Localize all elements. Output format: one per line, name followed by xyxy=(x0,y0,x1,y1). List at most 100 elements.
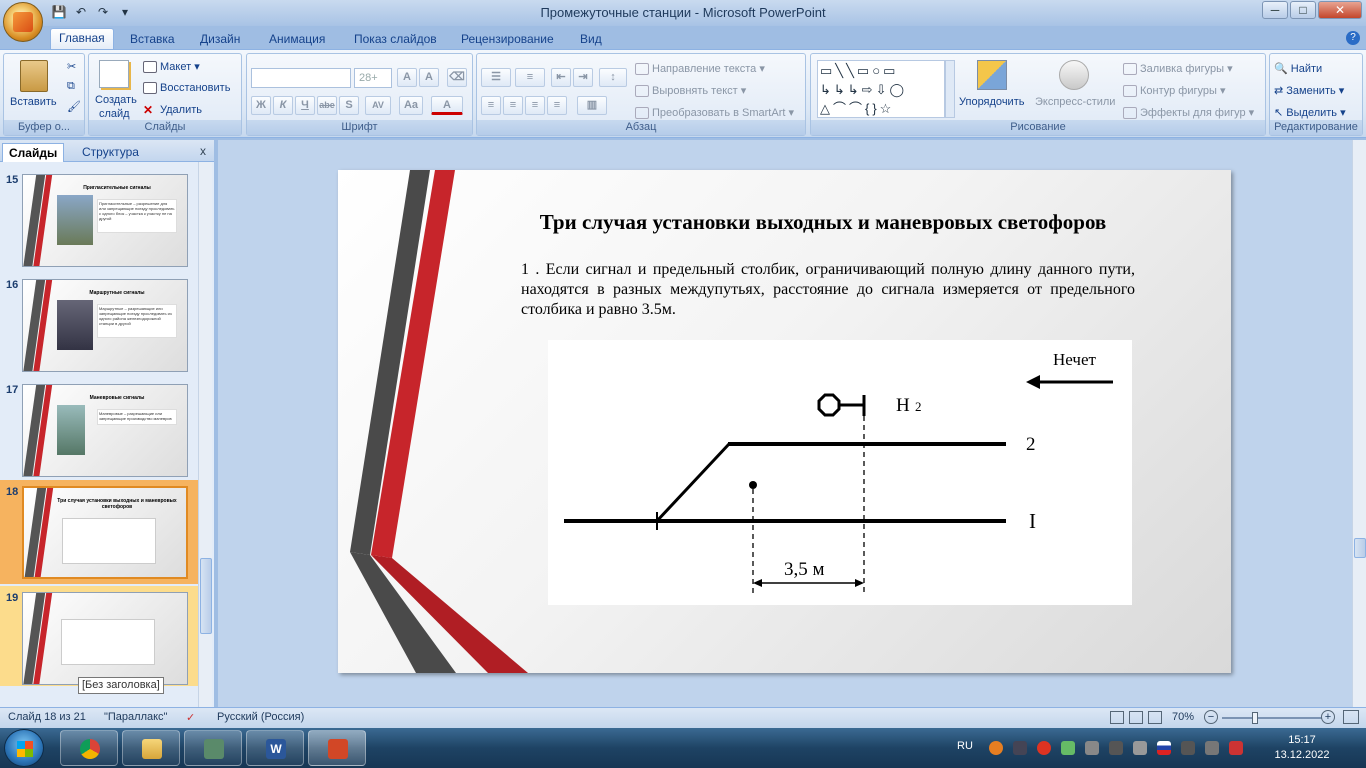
align-left-icon[interactable]: ≡ xyxy=(481,96,501,115)
language[interactable]: Русский (Россия) xyxy=(217,711,304,723)
taskbar-explorer[interactable] xyxy=(122,730,180,766)
format-painter-icon[interactable]: 🖌 xyxy=(67,100,81,113)
sorter-view-icon[interactable] xyxy=(1129,711,1143,724)
tab-home[interactable]: Главная xyxy=(50,28,114,50)
select-button[interactable]: ↖ Выделить ▾ xyxy=(1274,106,1346,119)
zoom-slider-thumb[interactable] xyxy=(1252,712,1259,724)
align-text-button[interactable]: Выровнять текст ▾ xyxy=(635,84,746,98)
increase-indent-icon[interactable]: ⇥ xyxy=(573,68,593,87)
tab-animation[interactable]: Анимация xyxy=(261,30,333,50)
paste-icon[interactable] xyxy=(20,60,48,92)
network-icon[interactable] xyxy=(1181,741,1195,755)
quick-styles-button[interactable]: Экспресс-стили xyxy=(1035,96,1115,108)
shapes-scroll[interactable] xyxy=(945,60,955,118)
slide-thumbnail[interactable]: 17 Маневровые сигналы Маневровые – разре… xyxy=(0,378,198,482)
help-icon[interactable]: ? xyxy=(1346,31,1360,45)
layout-button[interactable]: Макет ▾ xyxy=(143,60,200,74)
volume-icon[interactable] xyxy=(1205,741,1219,755)
tray-icon[interactable] xyxy=(1109,741,1123,755)
decrease-indent-icon[interactable]: ⇤ xyxy=(551,68,571,87)
flag-icon[interactable] xyxy=(1157,741,1171,755)
smartart-button[interactable]: Преобразовать в SmartArt ▾ xyxy=(635,106,794,120)
underline-button[interactable]: Ч xyxy=(295,96,315,115)
minimize-button[interactable]: ─ xyxy=(1262,1,1288,19)
taskbar-powerpoint[interactable] xyxy=(308,730,366,766)
justify-icon[interactable]: ≡ xyxy=(547,96,567,115)
tray-icon[interactable] xyxy=(989,741,1003,755)
shape-effects-button[interactable]: Эффекты для фигур ▾ xyxy=(1123,106,1254,120)
spacing-button[interactable]: AV xyxy=(365,96,391,115)
tab-insert[interactable]: Вставка xyxy=(122,30,183,50)
new-slide-button[interactable]: Создать xyxy=(95,94,137,106)
tab-review[interactable]: Рецензирование xyxy=(453,30,562,50)
cut-icon[interactable]: ✂ xyxy=(67,60,76,73)
panel-scrollbar[interactable] xyxy=(198,162,212,707)
new-slide-icon[interactable] xyxy=(99,60,129,88)
italic-button[interactable]: К xyxy=(273,96,293,115)
tab-view[interactable]: Вид xyxy=(572,30,610,50)
zoom-level[interactable]: 70% xyxy=(1172,711,1194,723)
replace-button[interactable]: ⇄ Заменить ▾ xyxy=(1274,84,1344,97)
strike-button[interactable]: abe xyxy=(317,96,337,115)
font-color-button[interactable]: A xyxy=(431,96,463,115)
shape-outline-button[interactable]: Контур фигуры ▾ xyxy=(1123,84,1226,98)
shapes-gallery[interactable]: ▭╲╲▭○▭ ↳↳↳⇨⇩◯ △⌒⌒{}☆ xyxy=(817,60,945,118)
font-name-combo[interactable] xyxy=(251,68,351,88)
slide-canvas[interactable]: Три случая установки выходных и маневров… xyxy=(338,170,1231,673)
input-language[interactable]: RU xyxy=(957,740,973,752)
case-button[interactable]: Aa xyxy=(399,96,423,115)
slide-thumbnail-selected[interactable]: 18 Три случая установки выходных и манев… xyxy=(0,480,198,584)
arrange-icon[interactable] xyxy=(977,60,1007,90)
taskbar-phone[interactable] xyxy=(184,730,242,766)
paste-button[interactable]: Вставить xyxy=(10,96,57,108)
zoom-in-icon[interactable]: + xyxy=(1321,710,1335,724)
zoom-out-icon[interactable]: − xyxy=(1204,710,1218,724)
numbering-icon[interactable]: ≡ xyxy=(515,68,545,87)
line-spacing-icon[interactable]: ↕ xyxy=(599,68,627,87)
text-direction-button[interactable]: Направление текста ▾ xyxy=(635,62,765,76)
shadow-button[interactable]: S xyxy=(339,96,359,115)
tray-icon[interactable] xyxy=(1133,741,1147,755)
taskbar-chrome[interactable] xyxy=(60,730,118,766)
clear-format-icon[interactable]: ⌫ xyxy=(447,68,467,87)
shape-fill-button[interactable]: Заливка фигуры ▾ xyxy=(1123,62,1233,76)
close-button[interactable]: ✕ xyxy=(1318,1,1362,19)
taskbar-word[interactable]: W xyxy=(246,730,304,766)
tab-slides[interactable]: Слайды xyxy=(2,143,65,162)
shrink-font-icon[interactable]: A xyxy=(419,68,439,87)
bullets-icon[interactable]: ☰ xyxy=(481,68,511,87)
delete-slide-button[interactable]: ✕ Удалить xyxy=(143,104,202,116)
slide-thumbnail[interactable]: 19 xyxy=(0,586,198,686)
arrange-button[interactable]: Упорядочить xyxy=(959,96,1024,108)
tray-icon[interactable] xyxy=(1229,741,1243,755)
slide-thumbnail[interactable]: 16 Маршрутные сигналы Маршрутные – разре… xyxy=(0,273,198,377)
theme-name[interactable]: "Параллакс" xyxy=(104,711,167,723)
reset-button[interactable]: Восстановить xyxy=(143,82,230,95)
tab-slideshow[interactable]: Показ слайдов xyxy=(346,30,445,50)
zoom-slider-track[interactable] xyxy=(1222,717,1322,719)
tab-outline[interactable]: Структура xyxy=(76,143,145,162)
tray-icon[interactable] xyxy=(1061,741,1075,755)
align-right-icon[interactable]: ≡ xyxy=(525,96,545,115)
start-button[interactable] xyxy=(4,729,44,767)
copy-icon[interactable]: ⧉ xyxy=(67,80,75,93)
quick-styles-icon[interactable] xyxy=(1059,60,1089,90)
grow-font-icon[interactable]: A xyxy=(397,68,417,87)
slide-thumbnail[interactable]: 15 Пригласительные сигналы Пригласительн… xyxy=(0,168,198,272)
find-button[interactable]: 🔍 Найти xyxy=(1274,62,1322,75)
align-center-icon[interactable]: ≡ xyxy=(503,96,523,115)
normal-view-icon[interactable] xyxy=(1110,711,1124,724)
slideshow-view-icon[interactable] xyxy=(1148,711,1162,724)
clock[interactable]: 15:17 13.12.2022 xyxy=(1269,733,1335,763)
columns-icon[interactable]: ▥ xyxy=(577,96,607,115)
slide-body-text[interactable]: 1 . Если сигнал и предельный столбик, ог… xyxy=(521,260,1135,320)
scroll-thumb[interactable] xyxy=(1354,538,1366,558)
fit-window-icon[interactable] xyxy=(1343,710,1359,724)
yandex-icon[interactable] xyxy=(1037,741,1051,755)
workarea-scrollbar[interactable] xyxy=(1352,140,1366,707)
font-size-combo[interactable]: 28+ xyxy=(354,68,392,88)
slide-title[interactable]: Три случая установки выходных и маневров… xyxy=(458,210,1188,235)
bold-button[interactable]: Ж xyxy=(251,96,271,115)
office-button[interactable] xyxy=(3,2,43,42)
maximize-button[interactable]: □ xyxy=(1290,1,1316,19)
